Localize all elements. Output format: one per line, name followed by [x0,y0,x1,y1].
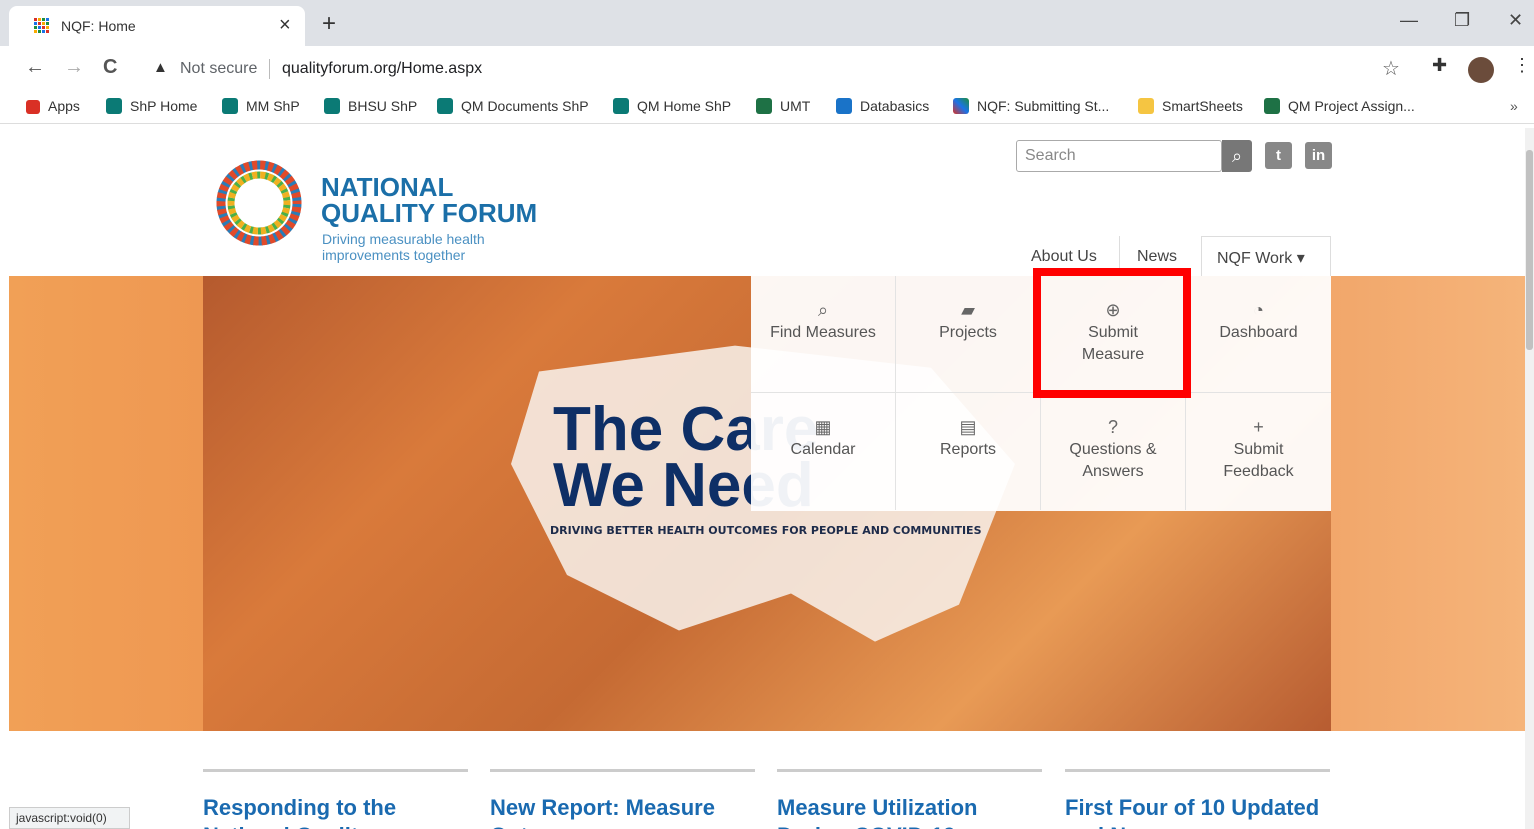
news-item[interactable]: Measure Utilization During COVID-19 [777,769,1042,829]
tab-close-icon[interactable]: × [279,14,291,37]
sharepoint-icon [613,98,629,114]
browser-toolbar: ← → C ▲ Not secure qualityforum.org/Home… [0,46,1534,90]
address-bar[interactable]: ▲ Not secure qualityforum.org/Home.aspx … [140,51,1420,85]
news-divider [1065,769,1330,772]
forward-button[interactable]: → [64,56,84,79]
reload-button[interactable]: C [103,56,117,79]
search-icon: ⌕ [1231,146,1243,166]
excel-icon [756,98,772,114]
status-bar: javascript:void(0) [9,807,130,829]
bookmarks-bar: Apps ShP Home MM ShP BHSU ShP QM Documen… [0,90,1534,124]
new-tab-button[interactable]: + [322,10,336,38]
menu-projects[interactable]: ▰ Projects [896,276,1041,393]
news-divider [203,769,468,772]
nqf-icon [953,98,969,114]
web-page: NATIONAL QUALITY FORUM Driving measurabl… [9,128,1525,829]
restore-button[interactable]: ❐ [1454,10,1470,31]
bookmark-umt[interactable]: UMT [756,98,810,114]
bookmark-qm-home[interactable]: QM Home ShP [613,98,731,114]
nav-about-us[interactable]: About Us [1031,238,1097,276]
menu-find-measures[interactable]: ⌕ Find Measures [751,276,896,393]
news-title[interactable]: First Four of 10 Updated and New [1065,794,1330,829]
hero-subtitle: DRIVING BETTER HEALTH OUTCOMES FOR PEOPL… [550,524,982,537]
nav-divider [1119,236,1120,276]
more-bookmarks-button[interactable]: » [1510,98,1518,114]
menu-reports[interactable]: ▤ Reports [896,393,1041,510]
search-input[interactable]: Search [1016,140,1222,172]
tab-strip: NQF: Home × + — ❐ ✕ [0,0,1534,46]
document-icon: ▤ [959,417,977,437]
minimize-button[interactable]: — [1400,10,1418,31]
news-item[interactable]: First Four of 10 Updated and New [1065,769,1330,829]
search-icon: ⌕ [817,300,829,320]
sharepoint-icon [106,98,122,114]
twitter-icon[interactable]: t [1265,142,1292,169]
menu-submit-measure[interactable]: ⊕ Submit Measure [1041,276,1186,393]
menu-submit-feedback[interactable]: + Submit Feedback [1186,393,1331,510]
question-circle-icon: ? [1107,417,1118,437]
menu-questions-answers[interactable]: ? Questions & Answers [1041,393,1186,510]
nqf-work-dropdown: ⌕ Find Measures ▰ Projects ⊕ Submit Measure… [751,276,1331,511]
profile-avatar[interactable] [1468,57,1494,83]
org-name: NATIONAL QUALITY FORUM [321,172,538,228]
bookmark-star-icon[interactable]: ☆ [1382,56,1400,81]
news-divider [490,769,755,772]
url-text[interactable]: qualityforum.org/Home.aspx [282,60,482,78]
folder-open-icon: ▰ [961,300,975,320]
apps-grid-icon [26,100,40,114]
news-item[interactable]: Responding to the National Quality [203,769,468,829]
org-tagline: Driving measurable health improvements t… [322,231,485,263]
bookmark-smartsheets[interactable]: SmartSheets [1138,98,1243,114]
bookmark-databasics[interactable]: Databasics [836,98,929,114]
calendar-icon: ▦ [814,417,832,437]
news-title[interactable]: Measure Utilization During COVID-19 [777,794,1042,829]
news-title[interactable]: Responding to the National Quality [203,794,468,829]
bookmark-qm-documents[interactable]: QM Documents ShP [437,98,589,114]
news-title[interactable]: New Report: Measure Outcomes [490,794,755,829]
folder-icon [1138,98,1154,114]
bookmark-apps[interactable]: Apps [26,98,80,114]
browser-tab[interactable]: NQF: Home × [9,6,305,46]
news-divider [777,769,1042,772]
sharepoint-icon [437,98,453,114]
bookmark-bhsu-shp[interactable]: BHSU ShP [324,98,417,114]
nqf-favicon-icon [34,18,50,34]
nqf-logo[interactable] [209,158,309,248]
omnibox-separator [269,59,270,79]
nav-news[interactable]: News [1137,238,1177,276]
menu-dashboard[interactable]: ◔ Dashboard [1186,276,1331,393]
puzzle-icon[interactable]: ✚ [1432,55,1447,76]
sharepoint-icon [222,98,238,114]
bookmark-shp-home[interactable]: ShP Home [106,98,197,114]
security-label[interactable]: Not secure [180,60,257,78]
menu-icon[interactable]: ⋮ [1513,55,1531,76]
dashboard-icon: ◔ [1253,300,1264,320]
excel-icon [1264,98,1280,114]
sharepoint-icon [324,98,340,114]
tab-title: NQF: Home [61,18,136,34]
plus-icon: + [1253,417,1264,437]
search-button[interactable]: ⌕ [1222,140,1252,172]
databasics-icon [836,98,852,114]
bookmark-qm-project[interactable]: QM Project Assign... [1264,98,1415,114]
bookmark-mm-shp[interactable]: MM ShP [222,98,300,114]
news-item[interactable]: New Report: Measure Outcomes [490,769,755,829]
linkedin-icon[interactable]: in [1305,142,1332,169]
close-window-button[interactable]: ✕ [1508,10,1523,31]
menu-calendar[interactable]: ▦ Calendar [751,393,896,510]
plus-circle-icon: ⊕ [1105,300,1121,320]
scrollbar-thumb[interactable] [1526,150,1533,350]
back-button[interactable]: ← [25,56,45,79]
bookmark-nqf-submitting[interactable]: NQF: Submitting St... [953,98,1109,114]
warning-icon: ▲ [153,59,168,76]
nav-nqf-work[interactable]: NQF Work ▾ [1201,236,1331,276]
